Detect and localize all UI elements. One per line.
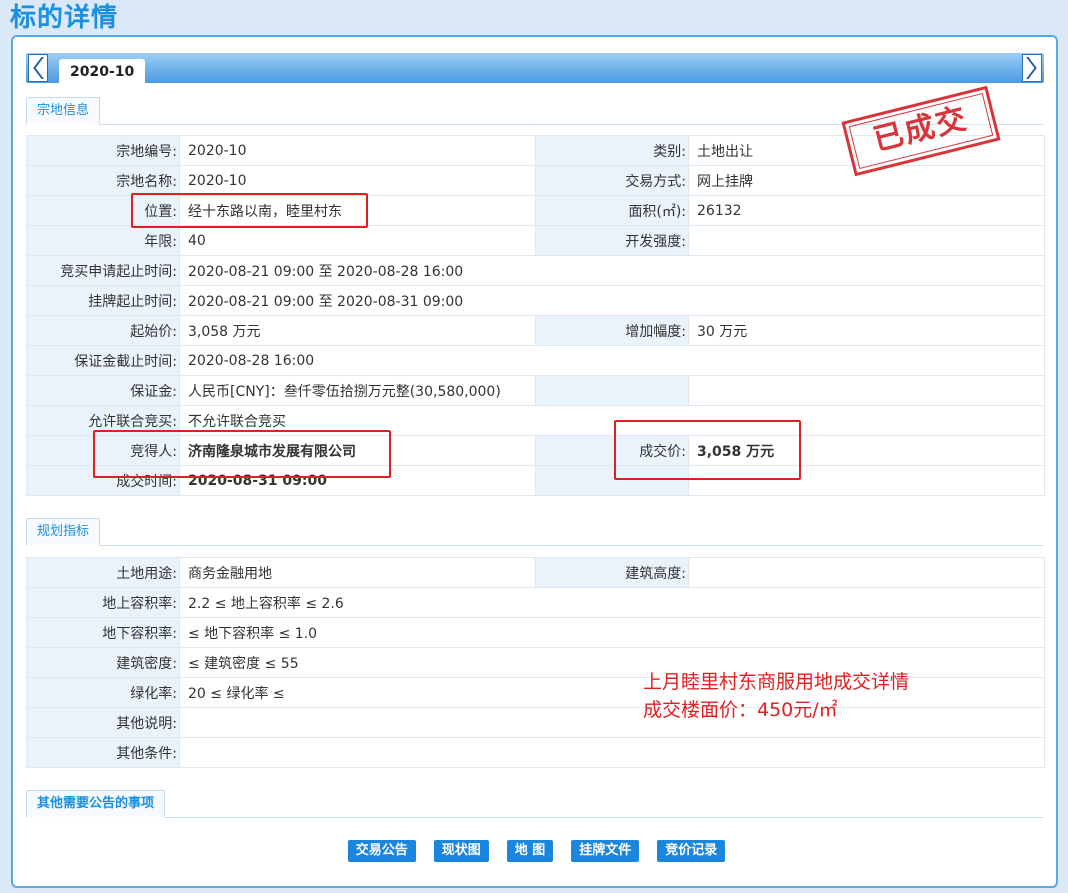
label-other-conditions: 其他条件: — [26, 737, 180, 768]
table-row: 宗地名称: 2020-10 交易方式: 网上挂牌 — [26, 165, 1045, 196]
chevron-right-icon — [1026, 57, 1037, 79]
table-row: 挂牌起止时间: 2020-08-21 09:00 至 2020-08-31 09… — [26, 285, 1045, 316]
label-trade-method: 交易方式: — [535, 165, 689, 196]
value-building-density: ≤ 建筑密度 ≤ 55 — [179, 647, 1045, 678]
value-start-price: 3,058 万元 — [179, 315, 536, 346]
tab-2020-10[interactable]: 2020-10 — [59, 59, 146, 83]
value-deposit-deadline: 2020-08-28 16:00 — [179, 345, 1045, 376]
label-listing-period: 挂牌起止时间: — [26, 285, 180, 316]
table-row: 竞买申请起止时间: 2020-08-21 09:00 至 2020-08-28 … — [26, 255, 1045, 286]
label-start-price: 起始价: — [26, 315, 180, 346]
value-application-period: 2020-08-21 09:00 至 2020-08-28 16:00 — [179, 255, 1045, 286]
prev-tab-button[interactable] — [28, 54, 48, 82]
annotation-note: 上月睦里村东商服用地成交详情 成交楼面价：450元/㎡ — [643, 668, 909, 724]
value-deposit: 人民币[CNY]：叁仟零伍拾捌万元整(30,580,000) — [179, 375, 536, 406]
value-other-conditions — [179, 737, 1045, 768]
annotation-line-1: 上月睦里村东商服用地成交详情 — [643, 671, 910, 693]
value-other-notes — [179, 707, 1045, 738]
value-listing-period: 2020-08-21 09:00 至 2020-08-31 09:00 — [179, 285, 1045, 316]
label-term: 年限: — [26, 225, 180, 256]
table-row: 起始价: 3,058 万元 增加幅度: 30 万元 — [26, 315, 1045, 346]
label-dev-intensity: 开发强度: — [535, 225, 689, 256]
label-building-density: 建筑密度: — [26, 647, 180, 678]
value-dev-intensity — [688, 225, 1045, 256]
detail-panel: 2020-10 宗地信息 宗地编号: 2020-10 类别: 土地出让 宗地名称… — [11, 35, 1058, 888]
table-row: 其他条件: — [26, 737, 1045, 768]
value-area: 26132 — [688, 195, 1045, 226]
chevron-left-icon — [33, 57, 44, 79]
table-row: 地下容积率: ≤ 地下容积率 ≤ 1.0 — [26, 617, 1045, 648]
table-row: 保证金截止时间: 2020-08-28 16:00 — [26, 345, 1045, 376]
value-far-above: 2.2 ≤ 地上容积率 ≤ 2.6 — [179, 587, 1045, 618]
label-far-below: 地下容积率: — [26, 617, 180, 648]
label-empty — [535, 375, 689, 406]
map-button[interactable]: 地 图 — [506, 840, 554, 862]
label-category: 类别: — [535, 135, 689, 166]
value-greening-rate: 20 ≤ 绿化率 ≤ — [179, 677, 1045, 708]
highlight-box-winner — [93, 430, 391, 478]
current-map-button[interactable]: 现状图 — [433, 840, 489, 862]
next-tab-button[interactable] — [1022, 54, 1042, 82]
announcement-button[interactable]: 交易公告 — [347, 840, 416, 862]
label-other-notes: 其他说明: — [26, 707, 180, 738]
section-tab-land-info[interactable]: 宗地信息 — [26, 97, 101, 125]
label-parcel-no: 宗地编号: — [26, 135, 180, 166]
value-building-height — [688, 557, 1045, 588]
highlight-box-location — [131, 193, 368, 228]
label-deposit-deadline: 保证金截止时间: — [26, 345, 180, 376]
listing-docs-button[interactable]: 挂牌文件 — [571, 840, 640, 862]
action-button-row: 交易公告 现状图 地 图 挂牌文件 竞价记录 — [13, 840, 1060, 862]
label-far-above: 地上容积率: — [26, 587, 180, 618]
tab-bar: 2020-10 — [26, 53, 1044, 83]
section-tab-other[interactable]: 其他需要公告的事项 — [26, 790, 166, 818]
table-row: 保证金: 人民币[CNY]：叁仟零伍拾捌万元整(30,580,000) — [26, 375, 1045, 406]
label-increment: 增加幅度: — [535, 315, 689, 346]
label-parcel-name: 宗地名称: — [26, 165, 180, 196]
value-parcel-no: 2020-10 — [179, 135, 536, 166]
value-far-below: ≤ 地下容积率 ≤ 1.0 — [179, 617, 1045, 648]
page-title: 标的详情 — [10, 3, 119, 33]
label-area: 面积(㎡): — [535, 195, 689, 226]
planning-table: 土地用途: 商务金融用地 建筑高度: 地上容积率: 2.2 ≤ 地上容积率 ≤ … — [26, 557, 1045, 768]
label-building-height: 建筑高度: — [535, 557, 689, 588]
table-row: 土地用途: 商务金融用地 建筑高度: — [26, 557, 1045, 588]
table-row: 地上容积率: 2.2 ≤ 地上容积率 ≤ 2.6 — [26, 587, 1045, 618]
value-land-use: 商务金融用地 — [179, 557, 536, 588]
value-empty — [688, 375, 1045, 406]
label-land-use: 土地用途: — [26, 557, 180, 588]
value-term: 40 — [179, 225, 536, 256]
value-increment: 30 万元 — [688, 315, 1045, 346]
bid-records-button[interactable]: 竞价记录 — [657, 840, 726, 862]
highlight-box-deal-price — [614, 420, 801, 480]
label-greening-rate: 绿化率: — [26, 677, 180, 708]
label-application-period: 竞买申请起止时间: — [26, 255, 180, 286]
value-parcel-name: 2020-10 — [179, 165, 536, 196]
label-deposit: 保证金: — [26, 375, 180, 406]
section-header-other: 其他需要公告的事项 — [26, 790, 1044, 818]
table-row: 年限: 40 开发强度: — [26, 225, 1045, 256]
section-header-planning: 规划指标 — [26, 518, 1044, 546]
annotation-line-2: 成交楼面价：450元/㎡ — [643, 699, 838, 721]
section-tab-planning[interactable]: 规划指标 — [26, 518, 101, 546]
